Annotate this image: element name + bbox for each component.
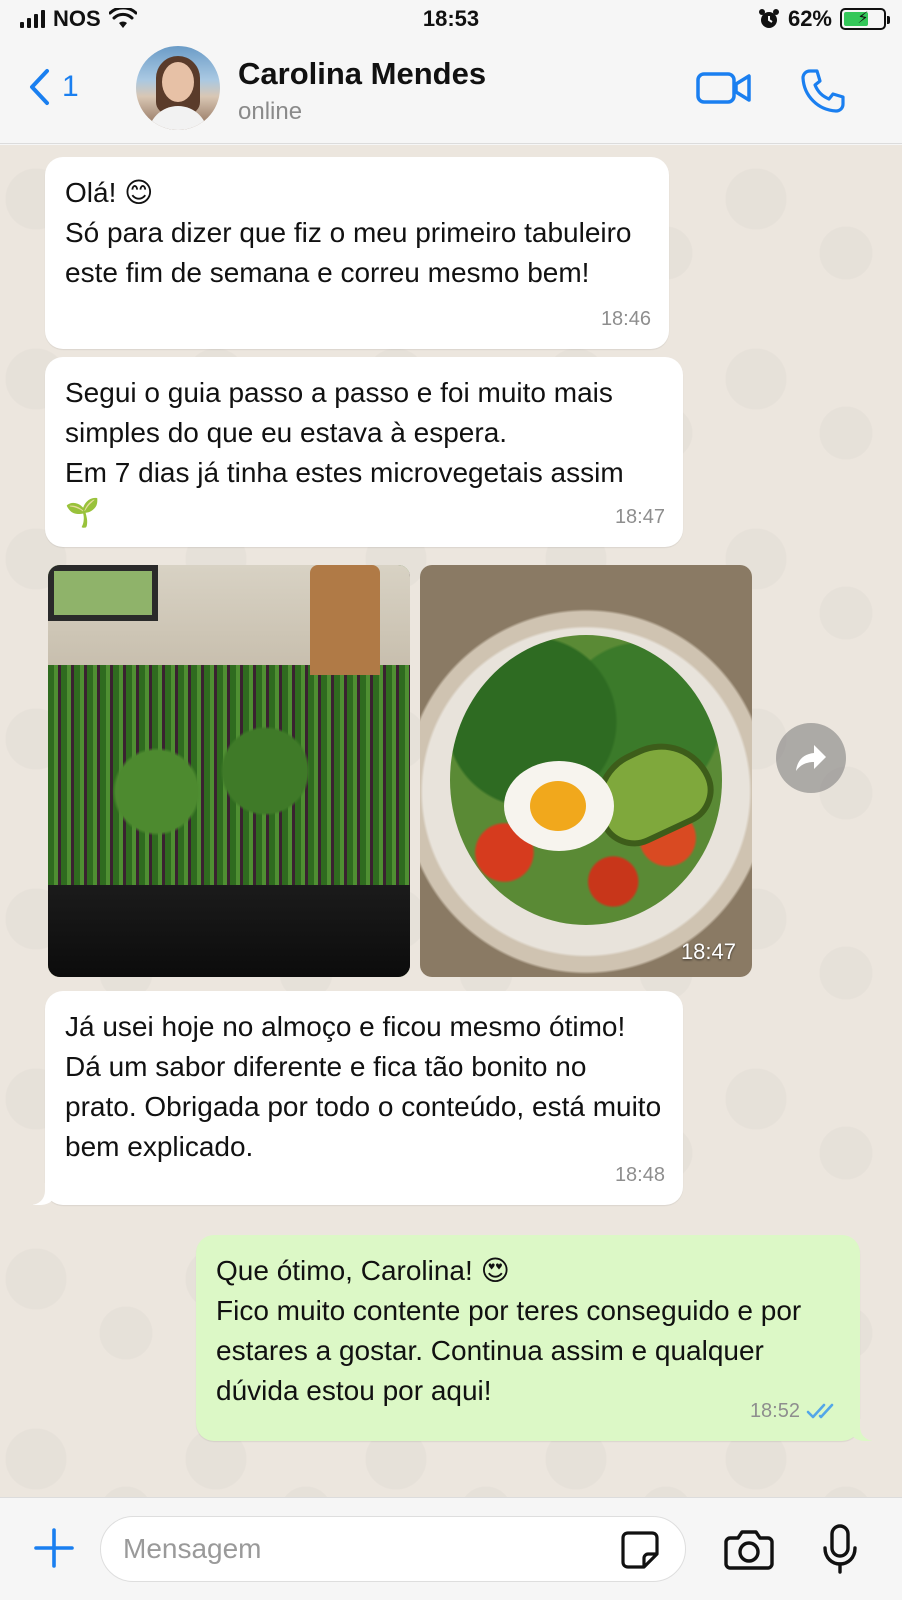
salad-bowl-photo[interactable]: 18:47 xyxy=(420,565,752,977)
microphone-icon[interactable] xyxy=(822,1524,858,1574)
unread-count: 1 xyxy=(62,70,79,103)
plus-icon[interactable] xyxy=(32,1526,76,1570)
status-right: 62% ⚡ xyxy=(758,6,890,32)
message-text: Olá! 😊 Só para dizer que fiz o meu prime… xyxy=(65,177,632,288)
message-bubble-incoming[interactable]: Já usei hoje no almoço e ficou mesmo óti… xyxy=(27,991,683,1205)
message-time: 18:47 xyxy=(614,506,665,528)
chat-area[interactable]: Olá! 😊 Só para dizer que fiz o meu prime… xyxy=(0,145,902,1497)
sticker-icon[interactable] xyxy=(620,1530,660,1570)
message-text: Segui o guia passo a passo e foi muito m… xyxy=(65,377,624,528)
contact-status: online xyxy=(238,98,303,125)
message-time: 18:52 xyxy=(749,1400,800,1422)
chat-header: 1 Carolina Mendes online xyxy=(0,40,902,144)
forward-button[interactable] xyxy=(776,723,846,793)
status-bar: NOS 18:53 62% ⚡ xyxy=(0,0,902,40)
message-input[interactable] xyxy=(100,1516,686,1582)
alarm-icon xyxy=(758,9,779,28)
camera-icon[interactable] xyxy=(724,1528,774,1570)
phone-call-icon[interactable] xyxy=(800,68,846,114)
message-time: 18:46 xyxy=(600,308,651,330)
microgreens-tray-photo[interactable] xyxy=(48,565,410,977)
avatar[interactable] xyxy=(136,46,220,130)
video-call-icon[interactable] xyxy=(696,70,752,106)
read-receipt-icon xyxy=(806,1403,834,1419)
photo-time: 18:47 xyxy=(680,939,736,964)
message-bubble-outgoing[interactable]: Que ótimo, Carolina! 😍 Fico muito conten… xyxy=(196,1235,878,1441)
message-bubble-incoming[interactable]: Olá! 😊 Só para dizer que fiz o meu prime… xyxy=(45,157,669,349)
battery-percent: 62% xyxy=(787,6,832,31)
battery-icon: ⚡ xyxy=(840,8,890,30)
forward-icon xyxy=(796,745,826,771)
message-time-status: 18:52 xyxy=(750,1391,840,1431)
message-bubble-incoming[interactable]: Segui o guia passo a passo e foi muito m… xyxy=(45,357,683,547)
chevron-left-icon xyxy=(30,69,49,105)
back-button[interactable]: 1 xyxy=(28,68,79,106)
message-time: 18:48 xyxy=(614,1164,665,1186)
message-text: Que ótimo, Carolina! 😍 Fico muito conten… xyxy=(216,1255,802,1406)
composer-bar xyxy=(0,1497,902,1600)
contact-name[interactable]: Carolina Mendes xyxy=(238,56,486,92)
message-text: Já usei hoje no almoço e ficou mesmo óti… xyxy=(65,1011,662,1162)
